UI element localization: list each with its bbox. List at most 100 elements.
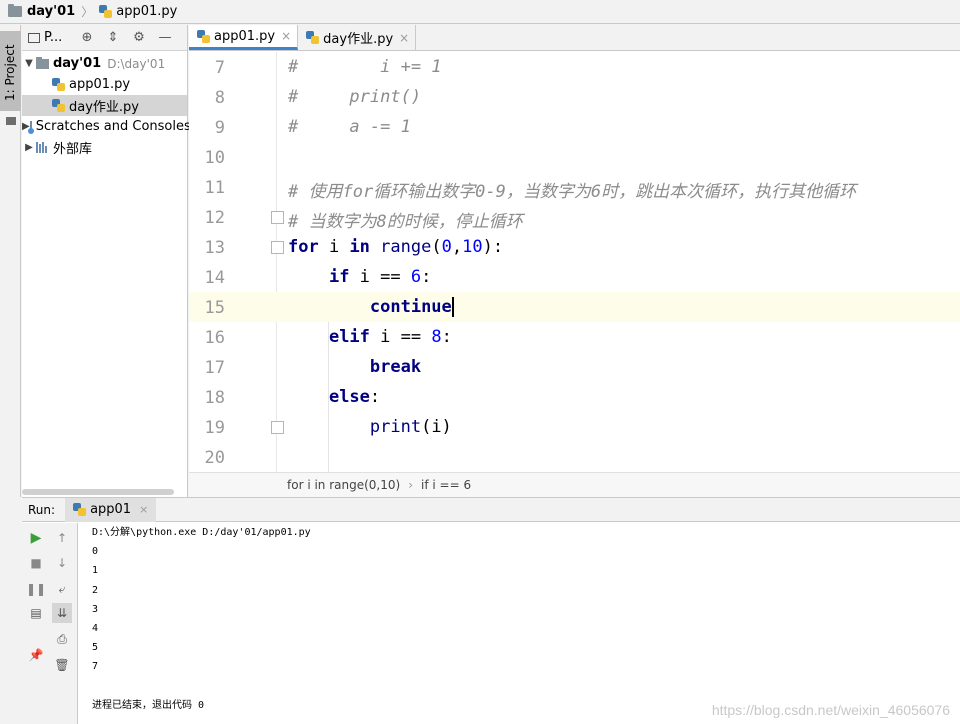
soft-wrap-icon[interactable]: ⤶ (52, 579, 72, 599)
line-number: 20 (204, 448, 225, 468)
code-line[interactable]: 10 (189, 142, 960, 172)
fold-icon[interactable] (271, 421, 284, 434)
code-line[interactable]: 14 if i == 6: (189, 262, 960, 292)
close-icon[interactable]: × (399, 31, 409, 45)
run-panel: Run: app01 × ▶ ↑ ■ ↓ ❚❚ ⤶ ▤ ⇊ ⎙ 📌 🗑 D:\分… (22, 497, 960, 724)
code-line[interactable]: 17 break (189, 352, 960, 382)
project-tool-tab[interactable]: 1: Project (0, 31, 21, 111)
tab-app01[interactable]: app01.py × (189, 25, 299, 50)
run-label: Run: (28, 502, 56, 517)
tab-label: app01.py (214, 28, 276, 44)
python-file-icon (306, 31, 320, 44)
code-line[interactable]: 12 # 当数字为8的时候，停止循环 (189, 202, 960, 232)
code-line[interactable]: 19 print(i) (189, 412, 960, 442)
project-view-selector[interactable]: P... (44, 30, 74, 45)
print-icon[interactable]: ⎙ (52, 629, 72, 649)
code-line[interactable]: 18 else: (189, 382, 960, 412)
line-number: 17 (204, 358, 225, 378)
tree-item-scratches[interactable]: ▶ Scratches and Consoles (22, 116, 191, 137)
code-area[interactable]: 7 # i += 1 8 # print() 9 # a -= 1 10 11 # 使用for循… (189, 52, 960, 472)
code-line[interactable]: 9 # a -= 1 (189, 112, 960, 142)
tree-item-day-homework[interactable]: day作业.py (22, 95, 187, 116)
line-number: 9 (214, 118, 225, 138)
minimize-icon[interactable]: — (152, 30, 178, 45)
code-line[interactable]: 11 # 使用for循环输出数字0-9，当数字为6时，跳出本次循环，执行其他循环 (189, 172, 960, 202)
code-line[interactable]: 16 elif i == 8: (189, 322, 960, 352)
gear-icon[interactable]: ⚙ (126, 30, 152, 45)
console-line: 2 (92, 584, 99, 596)
code-text: print(i) (369, 417, 452, 437)
tree-item-root[interactable]: ▼ day'01 D:\day'01 (22, 53, 187, 74)
code-breadcrumb: for i in range(0,10) › if i == 6 (189, 472, 960, 497)
run-tab-app01[interactable]: app01 × (65, 497, 157, 522)
chevron-right-icon: › (408, 478, 414, 492)
chevron-right-icon: 〉 (81, 5, 94, 19)
tree-item-label: Scratches and Consoles (35, 119, 191, 134)
trash-icon[interactable]: 🗑 (52, 655, 72, 675)
code-line[interactable]: 15 continue (189, 292, 960, 322)
chevron-down-icon[interactable]: ▼ (22, 58, 36, 69)
run-tab-label: app01 (90, 502, 132, 517)
code-text: else: (328, 387, 381, 407)
tree-item-path: D:\day'01 (107, 56, 166, 71)
scroll-to-end-icon[interactable]: ⇊ (52, 603, 72, 623)
folder-icon (8, 4, 22, 17)
code-line[interactable]: 7 # i += 1 (189, 52, 960, 82)
run-tools: ▶ ↑ ■ ↓ ❚❚ ⤶ ▤ ⇊ ⎙ 📌 🗑 (22, 523, 78, 724)
project-tool-tab-label: 1: Project (3, 44, 17, 101)
console-line: 4 (92, 622, 99, 634)
console-line: 1 (92, 565, 99, 577)
stop-icon[interactable]: ■ (26, 553, 46, 573)
pin-icon[interactable]: 📌 (26, 645, 46, 665)
scratches-icon (27, 120, 34, 134)
console-line: D:\分解\python.exe D:/day'01/app01.py (92, 527, 311, 538)
tree-item-app01[interactable]: app01.py (22, 74, 187, 95)
tab-day-homework[interactable]: day作业.py × (298, 25, 417, 50)
breadcrumb-file[interactable]: app01.py (116, 4, 177, 19)
code-line[interactable]: 8 # print() (189, 82, 960, 112)
collapse-all-icon[interactable]: ⇕ (100, 30, 126, 45)
console-output[interactable]: D:\分解\python.exe D:/day'01/app01.py 0 1 2 3 4… (92, 526, 311, 718)
python-file-icon (197, 29, 210, 43)
fold-icon[interactable] (271, 211, 284, 224)
code-text: elif i == 8: (328, 327, 452, 347)
locate-icon[interactable]: ⊕ (74, 30, 100, 45)
code-text: continue (369, 297, 454, 317)
library-icon (36, 142, 49, 153)
watermark: https://blog.csdn.net/weixin_46056076 (711, 702, 950, 718)
horizontal-scrollbar[interactable] (22, 489, 174, 495)
structure-icon[interactable] (6, 117, 16, 125)
breadcrumb-project[interactable]: day'01 (27, 4, 75, 19)
python-file-icon (52, 78, 65, 91)
line-number: 13 (204, 238, 225, 258)
code-text: # 使用for循环输出数字0-9，当数字为6时，跳出本次循环，执行其他循环 (288, 182, 857, 202)
line-number: 15 (204, 298, 225, 318)
line-number: 16 (204, 328, 225, 348)
code-line[interactable]: 20 (189, 442, 960, 472)
line-number: 10 (204, 148, 225, 168)
code-breadcrumb-item[interactable]: if i == 6 (421, 478, 471, 492)
left-tool-strip: 1: Project (0, 25, 21, 497)
close-icon[interactable]: × (139, 503, 148, 516)
tree-item-external-libraries[interactable]: ▶ 外部库 (22, 137, 187, 158)
tree-item-label: day'01 (53, 56, 102, 71)
line-number: 18 (204, 388, 225, 408)
tree-item-label: 外部库 (53, 142, 93, 157)
console-line: 3 (92, 603, 99, 615)
code-text: break (369, 357, 422, 377)
console-line: 进程已结束，退出代码 0 (92, 699, 205, 711)
up-arrow-icon[interactable]: ↑ (52, 528, 72, 548)
fold-icon[interactable] (271, 241, 284, 254)
code-text: # print() (288, 87, 422, 107)
editor-tabs: app01.py × day作业.py × (189, 25, 960, 51)
pause-icon[interactable]: ❚❚ (26, 579, 46, 599)
down-arrow-icon[interactable]: ↓ (52, 553, 72, 573)
close-icon[interactable]: × (281, 29, 291, 43)
line-number: 12 (204, 208, 225, 228)
rerun-icon[interactable]: ▶ (26, 528, 46, 548)
chevron-right-icon[interactable]: ▶ (22, 142, 36, 153)
code-breadcrumb-item[interactable]: for i in range(0,10) (287, 478, 400, 492)
layout-icon[interactable]: ▤ (26, 603, 46, 623)
line-number: 19 (204, 418, 225, 438)
code-line[interactable]: 13 for i in range(0,10): (189, 232, 960, 262)
